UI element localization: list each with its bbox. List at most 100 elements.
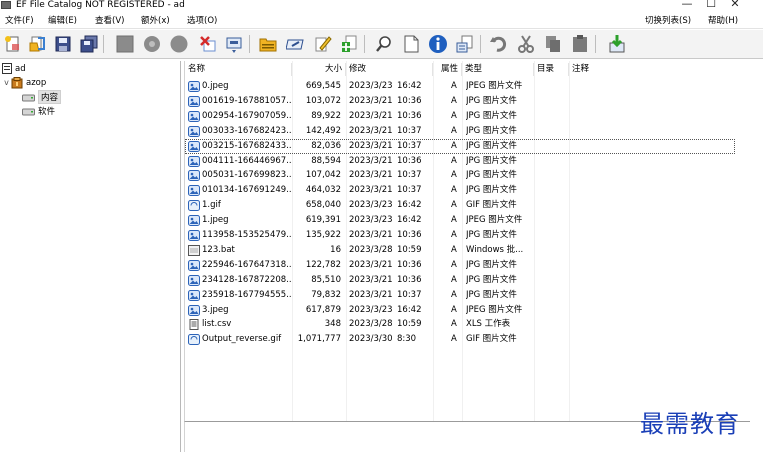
image-icon (188, 81, 200, 92)
search-icon[interactable] (372, 33, 395, 55)
file-name: 003215-167682433... (202, 140, 292, 151)
file-row[interactable]: 004111-166446967... 88,594 2023/3/21 10:36 A… (185, 154, 735, 169)
column-header-size[interactable]: 大小 (292, 63, 346, 76)
save-all-icon[interactable] (77, 33, 100, 55)
file-time: 16:42 (397, 81, 422, 91)
file-row[interactable]: list.csv 348 2023/3/28 10:59 A XLS 工作表 (185, 317, 735, 332)
file-row[interactable]: 113958-153525479... 135,922 2023/3/21 10:36… (185, 228, 735, 243)
column-header-attr[interactable]: 属性 (433, 63, 462, 76)
file-size: 348 (324, 319, 341, 330)
tree-item-software[interactable]: 软件 (22, 104, 55, 117)
undo-icon[interactable] (487, 33, 510, 55)
file-size: 85,510 (311, 274, 341, 285)
column-header-comment[interactable]: 注释 (569, 63, 629, 76)
menu-view[interactable]: 查看(V) (95, 16, 124, 27)
gray-disc-icon[interactable] (140, 33, 163, 55)
tree-item-azop[interactable]: v azop (2, 76, 46, 89)
file-size: 617,879 (305, 304, 341, 315)
file-type: JPEG 图片文件 (466, 215, 523, 226)
copy-icon[interactable] (541, 33, 564, 55)
file-size: 1,071,777 (297, 334, 341, 345)
tree-item-content[interactable]: 内容 (22, 89, 62, 104)
image-icon (188, 289, 200, 301)
file-time: 10:37 (397, 170, 422, 181)
paste-icon[interactable] (568, 33, 591, 55)
export-icon[interactable] (605, 33, 628, 55)
open-folder-icon[interactable] (25, 33, 48, 55)
file-name: 0.jpeg (202, 81, 229, 91)
file-size: 107,042 (305, 170, 341, 181)
file-attr: A (451, 110, 457, 121)
file-attr: A (451, 304, 457, 315)
file-row[interactable]: 010134-167691249... 464,032 2023/3/21 10:37… (185, 183, 735, 198)
add-folder-icon[interactable] (256, 33, 279, 55)
file-row[interactable]: 0.jpeg 669,545 2023/3/23 16:42 A JPEG 图片文件 (185, 79, 735, 94)
file-row[interactable]: 002954-167907059... 89,922 2023/3/21 10:36 A… (185, 109, 735, 124)
right-margin (750, 61, 763, 452)
save-icon[interactable] (51, 33, 74, 55)
image-icon (188, 215, 200, 227)
file-row[interactable]: Output_reverse.gif 1,071,777 2023/3/30 8:30… (185, 332, 735, 347)
file-row[interactable]: 123.bat 16 2023/3/28 10:59 A Windows 批... (185, 243, 735, 258)
file-row[interactable]: 003215-167682433... 82,036 2023/3/21 10:37 A… (185, 138, 735, 154)
title-bar: EF File Catalog NOT REGISTERED - ad — ☐ … (0, 0, 763, 12)
column-header-type[interactable]: 类型 (462, 63, 534, 76)
menu-edit[interactable]: 编辑(E) (48, 16, 77, 27)
properties-icon[interactable] (453, 33, 476, 55)
file-time: 10:36 (397, 274, 422, 285)
gray-square-icon[interactable] (113, 33, 136, 55)
toolbar-separator (249, 35, 250, 53)
menu-switch-list[interactable]: 切换列表(S) (645, 16, 691, 27)
file-row[interactable]: 225946-167647318... 122,782 2023/3/21 10:36… (185, 258, 735, 273)
file-date: 2023/3/21 (349, 185, 393, 196)
file-time: 10:59 (397, 319, 422, 330)
file-row[interactable]: 3.jpeg 617,879 2023/3/23 16:42 A JPEG 图片文件 (185, 303, 735, 318)
tree-child-label: 内容 (38, 89, 62, 104)
menu-extra[interactable]: 额外(x) (141, 16, 170, 27)
file-type: JPG 图片文件 (466, 230, 517, 240)
blank-page-icon[interactable] (399, 33, 422, 55)
file-row[interactable]: 1.gif 658,040 2023/3/23 16:42 A GIF 图片文件 (185, 198, 735, 213)
file-type: JPG 图片文件 (466, 170, 517, 181)
file-attr: A (451, 81, 457, 91)
tree-item-root[interactable]: ad (2, 62, 26, 75)
info-icon[interactable] (426, 33, 449, 55)
file-row[interactable]: 003033-167682423... 142,492 2023/3/21 10:37… (185, 124, 735, 139)
gif-icon (188, 200, 200, 212)
file-row[interactable]: 1.jpeg 619,391 2023/3/23 16:42 A JPEG 图片文件 (185, 213, 735, 228)
rename-icon[interactable] (222, 33, 245, 55)
file-name: 3.jpeg (202, 304, 229, 315)
expand-chevron-icon[interactable]: v (2, 78, 11, 87)
maximize-button[interactable]: ☐ (700, 0, 722, 11)
image-icon (188, 140, 200, 152)
file-time: 8:30 (397, 334, 417, 345)
column-header-modified[interactable]: 修改 (346, 63, 433, 76)
menu-options[interactable]: 选项(O) (187, 16, 217, 27)
file-row[interactable]: 234128-167872208... 85,510 2023/3/21 10:36 A… (185, 273, 735, 288)
edit-pencil-icon[interactable] (311, 33, 334, 55)
file-row[interactable]: 001619-167881057... 103,072 2023/3/21 10:36… (185, 94, 735, 109)
file-name: 225946-167647318... (202, 259, 292, 270)
image-icon (188, 274, 200, 286)
file-date: 2023/3/23 (349, 81, 393, 91)
close-button[interactable]: ✕ (724, 0, 746, 11)
file-type: JPEG 图片文件 (466, 81, 523, 91)
add-document-icon[interactable] (337, 33, 360, 55)
new-catalog-icon[interactable] (1, 33, 24, 55)
column-header-dir[interactable]: 目录 (534, 63, 569, 76)
delete-icon[interactable] (196, 33, 219, 55)
file-row[interactable]: 005031-167699823... 107,042 2023/3/21 10:37… (185, 168, 735, 183)
batch-file-icon (188, 244, 200, 256)
file-date: 2023/3/21 (349, 110, 393, 121)
toolbar-separator (103, 35, 104, 53)
menu-help[interactable]: 帮助(H) (708, 16, 738, 27)
edit-icon[interactable] (284, 33, 307, 55)
cut-icon[interactable] (514, 33, 537, 55)
gray-circle-icon[interactable] (167, 33, 190, 55)
file-row[interactable]: 235918-167794555... 79,832 2023/3/21 10:37 A… (185, 288, 735, 303)
drive-icon (22, 94, 35, 101)
menu-file[interactable]: 文件(F) (5, 16, 34, 27)
minimize-button[interactable]: — (676, 0, 698, 11)
column-header-name[interactable]: 名称 (185, 63, 292, 76)
file-name: 235918-167794555... (202, 289, 292, 300)
